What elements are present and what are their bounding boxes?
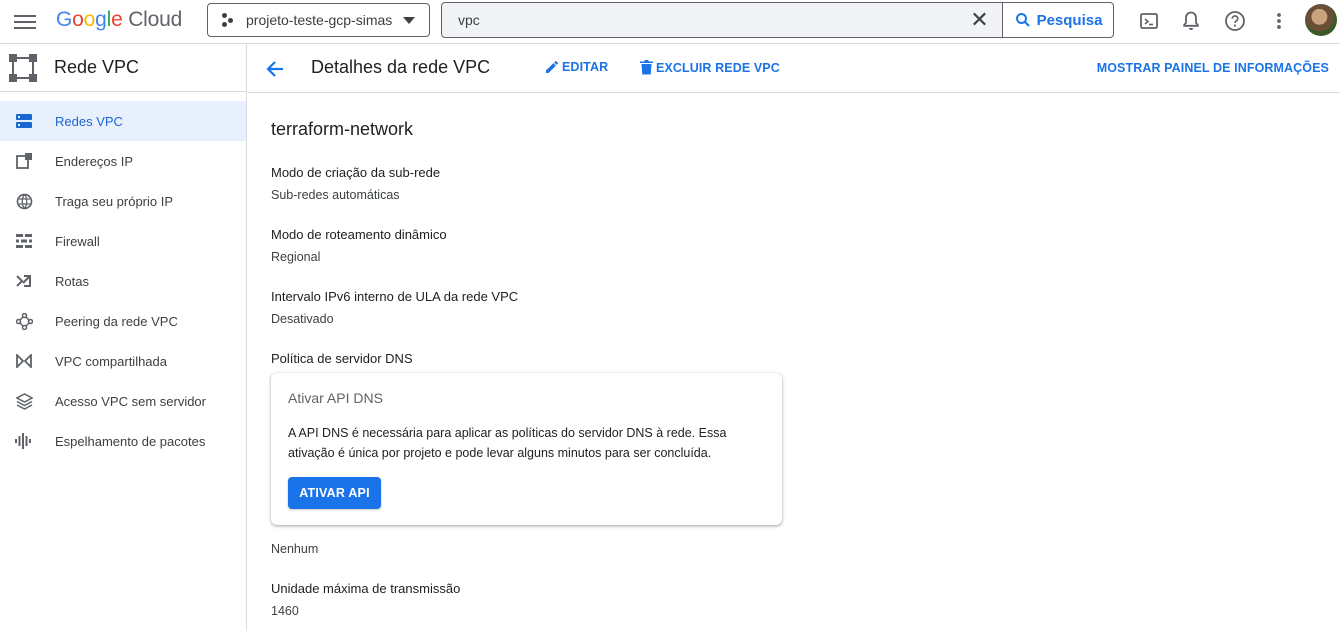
- shared-vpc-icon: [15, 352, 33, 370]
- project-icon: [222, 13, 236, 27]
- sidebar-item-byoip[interactable]: Traga seu próprio IP: [0, 181, 246, 221]
- sidebar-header: Rede VPC: [0, 44, 246, 92]
- sidebar-item-firewall[interactable]: Firewall: [0, 221, 246, 261]
- top-bar: Google Cloud projeto-teste-gcp-simas ✕ P…: [0, 0, 1340, 44]
- mtu-field: Unidade máxima de transmissão 1460: [271, 581, 460, 618]
- sidebar-item-label: Firewall: [55, 233, 100, 249]
- subnet-mode-field: Modo de criação da sub-rede Sub-redes au…: [271, 165, 440, 202]
- search-icon: [1015, 13, 1030, 27]
- sidebar-item-ip-addresses[interactable]: Endereços IP: [0, 141, 246, 181]
- avatar[interactable]: [1305, 4, 1337, 36]
- sidebar-item-peering[interactable]: Peering da rede VPC: [0, 301, 246, 341]
- logo-letter: G: [56, 8, 73, 31]
- card-text: A API DNS é necessária para aplicar as p…: [288, 426, 727, 460]
- field-label: Política de servidor DNS: [271, 351, 413, 366]
- ip-addresses-icon: [15, 152, 33, 170]
- help-icon[interactable]: [1222, 8, 1248, 34]
- field-value: Nenhum: [271, 542, 319, 556]
- vpc-networks-icon: [15, 112, 33, 130]
- field-label: Unidade máxima de transmissão: [271, 581, 461, 596]
- sidebar-item-label: Espelhamento de pacotes: [55, 433, 206, 449]
- serverless-access-icon: [15, 392, 33, 410]
- network-name: terraform-network: [271, 119, 414, 139]
- back-arrow-icon[interactable]: [264, 58, 286, 80]
- notifications-icon[interactable]: [1178, 8, 1204, 34]
- clear-icon[interactable]: ✕: [957, 3, 1003, 37]
- google-cloud-logo[interactable]: Google Cloud: [56, 8, 182, 32]
- action-bar: Detalhes da rede VPC EDITAR EXCLUIR REDE…: [248, 44, 1340, 93]
- vpc-product-icon: [9, 53, 37, 82]
- logo-letter: e: [111, 8, 123, 31]
- search-button-label: Pesquisa: [1036, 11, 1103, 29]
- sidebar-item-label: Endereços IP: [55, 153, 134, 169]
- sidebar-item-packet-mirroring[interactable]: Espelhamento de pacotes: [0, 421, 246, 461]
- delete-vpc-button[interactable]: EXCLUIR REDE VPC: [640, 60, 780, 75]
- sidebar-nav: Redes VPC Endereços IP Traga seu próprio…: [0, 101, 246, 461]
- field-label: Modo de roteamento dinâmico: [271, 227, 447, 242]
- pencil-icon: [546, 60, 559, 73]
- sidebar-item-shared-vpc[interactable]: VPC compartilhada: [0, 341, 246, 381]
- menu-icon[interactable]: [14, 12, 36, 32]
- field-value: 1460: [271, 604, 299, 618]
- field-value: Regional: [271, 250, 321, 264]
- search-button[interactable]: Pesquisa: [1003, 3, 1113, 37]
- routes-icon: [15, 272, 33, 290]
- sidebar-item-label: Acesso VPC sem servidor: [55, 393, 206, 409]
- field-value: Desativado: [271, 312, 334, 326]
- field-value: Sub-redes automáticas: [271, 188, 400, 202]
- edit-button[interactable]: EDITAR: [545, 60, 608, 74]
- sidebar-item-label: Peering da rede VPC: [55, 313, 178, 329]
- sidebar-title: Rede VPC: [54, 57, 140, 77]
- project-picker[interactable]: projeto-teste-gcp-simas: [207, 3, 430, 37]
- sidebar-item-routes[interactable]: Rotas: [0, 261, 246, 301]
- peering-icon: [15, 312, 33, 330]
- trash-icon: [640, 60, 653, 75]
- sidebar-item-serverless-access[interactable]: Acesso VPC sem servidor: [0, 381, 246, 421]
- sidebar-item-label: Rotas: [55, 273, 89, 289]
- packet-mirroring-icon: [15, 432, 33, 450]
- logo-letter: o: [72, 8, 84, 31]
- sidebar-item-label: Traga seu próprio IP: [55, 193, 174, 209]
- routing-mode-field: Modo de roteamento dinâmico Regional: [271, 227, 447, 264]
- page-title: Detalhes da rede VPC: [311, 57, 491, 77]
- logo-letter: o: [83, 8, 96, 31]
- sidebar-item-label: VPC compartilhada: [55, 353, 167, 369]
- logo-letter: g: [95, 8, 107, 31]
- search-input[interactable]: [442, 3, 957, 37]
- firewall-icon: [15, 232, 33, 250]
- field-label: Intervalo IPv6 interno de ULA da rede VP…: [271, 289, 519, 304]
- card-title: Ativar API DNS: [288, 390, 383, 406]
- sidebar-item-vpc-networks[interactable]: Redes VPC: [0, 101, 246, 141]
- delete-button-label: EXCLUIR REDE VPC: [656, 60, 780, 75]
- dns-policy-field: Política de servidor DNS: [271, 351, 413, 366]
- sidebar: Rede VPC Redes VPC Endereços IP Traga se…: [0, 44, 247, 631]
- edit-button-label: EDITAR: [562, 60, 609, 74]
- project-name: projeto-teste-gcp-simas: [246, 12, 393, 28]
- chevron-down-icon: [403, 17, 415, 24]
- byoip-globe-icon: [15, 192, 33, 210]
- more-vert-icon[interactable]: [1266, 8, 1292, 34]
- main-content: Detalhes da rede VPC EDITAR EXCLUIR REDE…: [248, 44, 1340, 631]
- search-bar: ✕ Pesquisa: [441, 2, 1114, 38]
- cloud-shell-icon[interactable]: [1136, 8, 1162, 34]
- dns-policy-value-field: Nenhum: [271, 534, 318, 556]
- enable-dns-api-card: Ativar API DNS A API DNS é necessária pa…: [271, 373, 782, 525]
- enable-api-button[interactable]: ATIVAR API: [288, 477, 381, 509]
- ipv6-range-field: Intervalo IPv6 interno de ULA da rede VP…: [271, 289, 518, 326]
- sidebar-item-label: Redes VPC: [55, 113, 123, 129]
- logo-cloud-text: Cloud: [128, 8, 183, 31]
- field-label: Modo de criação da sub-rede: [271, 165, 441, 180]
- show-info-panel-button[interactable]: MOSTRAR PAINEL DE INFORMAÇÕES: [1097, 61, 1329, 75]
